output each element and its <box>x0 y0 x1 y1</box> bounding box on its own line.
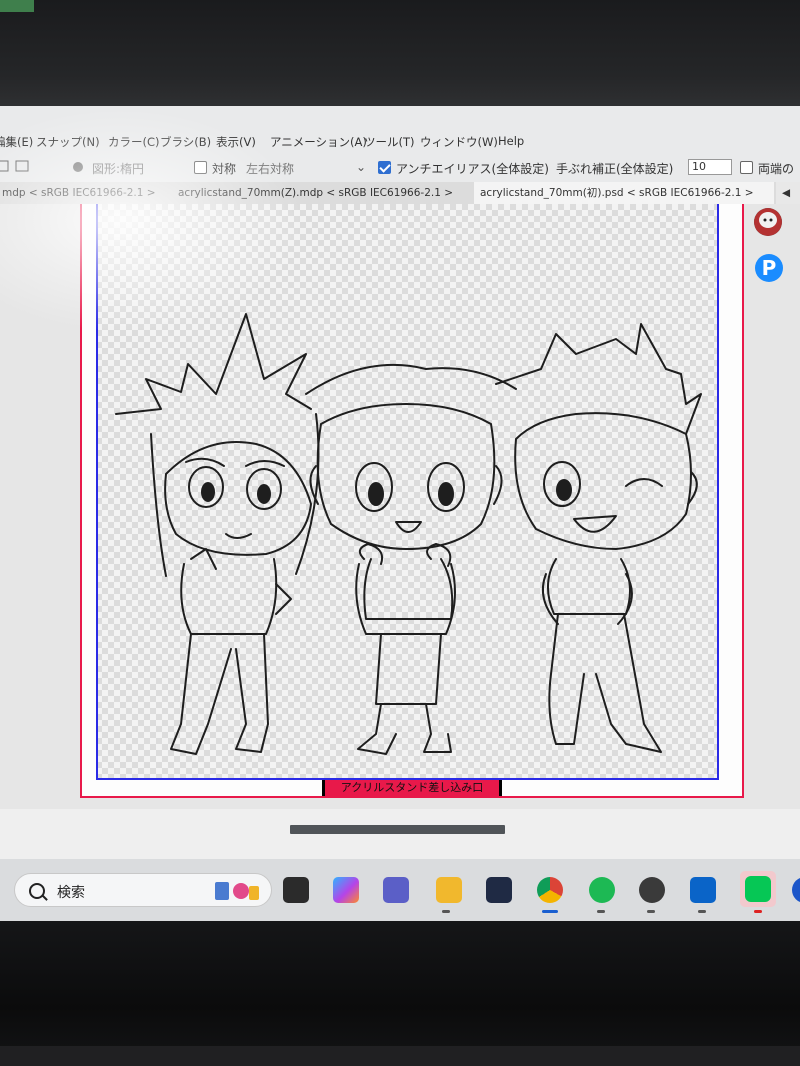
screen: 編集(E) スナップ(N) カラー(C) ブラシ(B) 表示(V) アニメーショ… <box>0 106 800 921</box>
running-indicator <box>698 910 706 913</box>
horizontal-scroll-area <box>0 809 800 859</box>
symmetry-checkbox[interactable] <box>194 161 207 174</box>
side-panel: P <box>748 206 788 306</box>
stand-slot-label: アクリルスタンド差し込み口 <box>322 780 502 796</box>
spotify-icon[interactable] <box>589 877 615 903</box>
shape-option[interactable]: 図形:楕円 <box>92 160 144 177</box>
smoothing-select[interactable]: 10 <box>688 159 732 175</box>
menu-edit[interactable]: 編集(E) <box>0 134 33 150</box>
both-ends-checkbox[interactable] <box>740 161 753 174</box>
tab-label: acrylicstand_70mm(Z).mdp < sRGB IEC61966… <box>178 187 454 199</box>
both-ends-label: 両端の <box>758 162 795 176</box>
tab-label: mdp < sRGB IEC61966-2.1 > <box>2 187 156 199</box>
avatar-icon <box>754 208 782 236</box>
monitor-bezel-bottom <box>0 921 800 1066</box>
tab-scroll-left-icon[interactable]: ◀ <box>776 182 800 204</box>
background-object <box>0 0 34 12</box>
menu-color[interactable]: カラー(C) <box>108 134 160 150</box>
tool-option-bar: 図形:楕円 対称 左右対称 ⌄ アンチエイリアス(全体設定) 手ぶれ補正(全体設… <box>0 154 800 183</box>
safe-area-frame <box>96 204 719 780</box>
taskbar-search-box[interactable]: 検索 <box>14 873 272 907</box>
menu-tool[interactable]: ツール(T) <box>364 134 415 150</box>
teams-icon[interactable] <box>383 877 409 903</box>
antialias-label: アンチエイリアス(全体設定) <box>396 162 549 176</box>
menu-help[interactable]: Help <box>498 134 524 148</box>
menu-animation[interactable]: アニメーション(A) <box>270 134 367 150</box>
antialias-checkbox[interactable] <box>378 161 391 174</box>
line-app-button[interactable] <box>740 871 776 907</box>
microsoft-store-icon[interactable] <box>486 877 512 903</box>
copilot-icon[interactable] <box>333 877 359 903</box>
document-tab-bar: mdp < sRGB IEC61966-2.1 > acrylicstand_7… <box>0 182 800 204</box>
shape-circle-icon[interactable] <box>70 158 86 179</box>
outlook-icon[interactable] <box>690 877 716 903</box>
smoothing-label: 手ぶれ補正(全体設定) <box>556 162 674 176</box>
windows-taskbar: 検索 <box>0 859 800 921</box>
running-indicator <box>442 910 450 913</box>
line-icon <box>745 876 771 902</box>
running-indicator <box>647 910 655 913</box>
tab-document-3[interactable]: acrylicstand_70mm(初).psd < sRGB IEC61966… <box>474 182 774 204</box>
search-placeholder: 検索 <box>57 885 85 901</box>
running-indicator <box>597 910 605 913</box>
desk-surface <box>0 1046 800 1066</box>
tool-icons <box>0 160 29 172</box>
monitor-bezel-top <box>0 0 800 108</box>
symmetry-label: 対称 <box>212 162 237 176</box>
tab-document-1[interactable]: mdp < sRGB IEC61966-2.1 > <box>0 182 156 204</box>
search-highlight-icon <box>215 882 259 900</box>
overflow-app-icon[interactable] <box>792 877 800 903</box>
symmetry-select[interactable]: 左右対称 <box>246 160 294 177</box>
chrome-icon[interactable] <box>537 877 563 903</box>
running-indicator <box>754 910 762 913</box>
menu-bar: 編集(E) スナップ(N) カラー(C) ブラシ(B) 表示(V) アニメーショ… <box>0 128 800 154</box>
tab-document-2[interactable]: acrylicstand_70mm(Z).mdp < sRGB IEC61966… <box>172 182 468 204</box>
file-explorer-icon[interactable] <box>436 877 462 903</box>
widgets-icon[interactable] <box>283 877 309 903</box>
horizontal-scrollbar-thumb[interactable] <box>290 825 505 834</box>
character-app-icon[interactable] <box>639 877 665 903</box>
menu-view[interactable]: 表示(V) <box>216 134 256 150</box>
photo-of-monitor: 編集(E) スナップ(N) カラー(C) ブラシ(B) 表示(V) アニメーショ… <box>0 0 800 1066</box>
menu-snap[interactable]: スナップ(N) <box>36 134 100 150</box>
tab-label: acrylicstand_70mm(初).psd < sRGB IEC61966… <box>480 187 754 199</box>
menu-brush[interactable]: ブラシ(B) <box>160 134 211 150</box>
canvas-area[interactable]: アクリルスタンド差し込み口 P <box>0 204 800 809</box>
search-icon <box>29 883 45 899</box>
menu-window[interactable]: ウィンドウ(W) <box>420 134 498 150</box>
active-indicator <box>542 910 558 913</box>
chevron-down-icon[interactable]: ⌄ <box>356 160 366 174</box>
circle-icon <box>73 162 83 172</box>
avatar[interactable] <box>754 208 782 236</box>
pixiv-icon[interactable]: P <box>755 254 783 282</box>
tool-icon[interactable] <box>0 158 36 179</box>
